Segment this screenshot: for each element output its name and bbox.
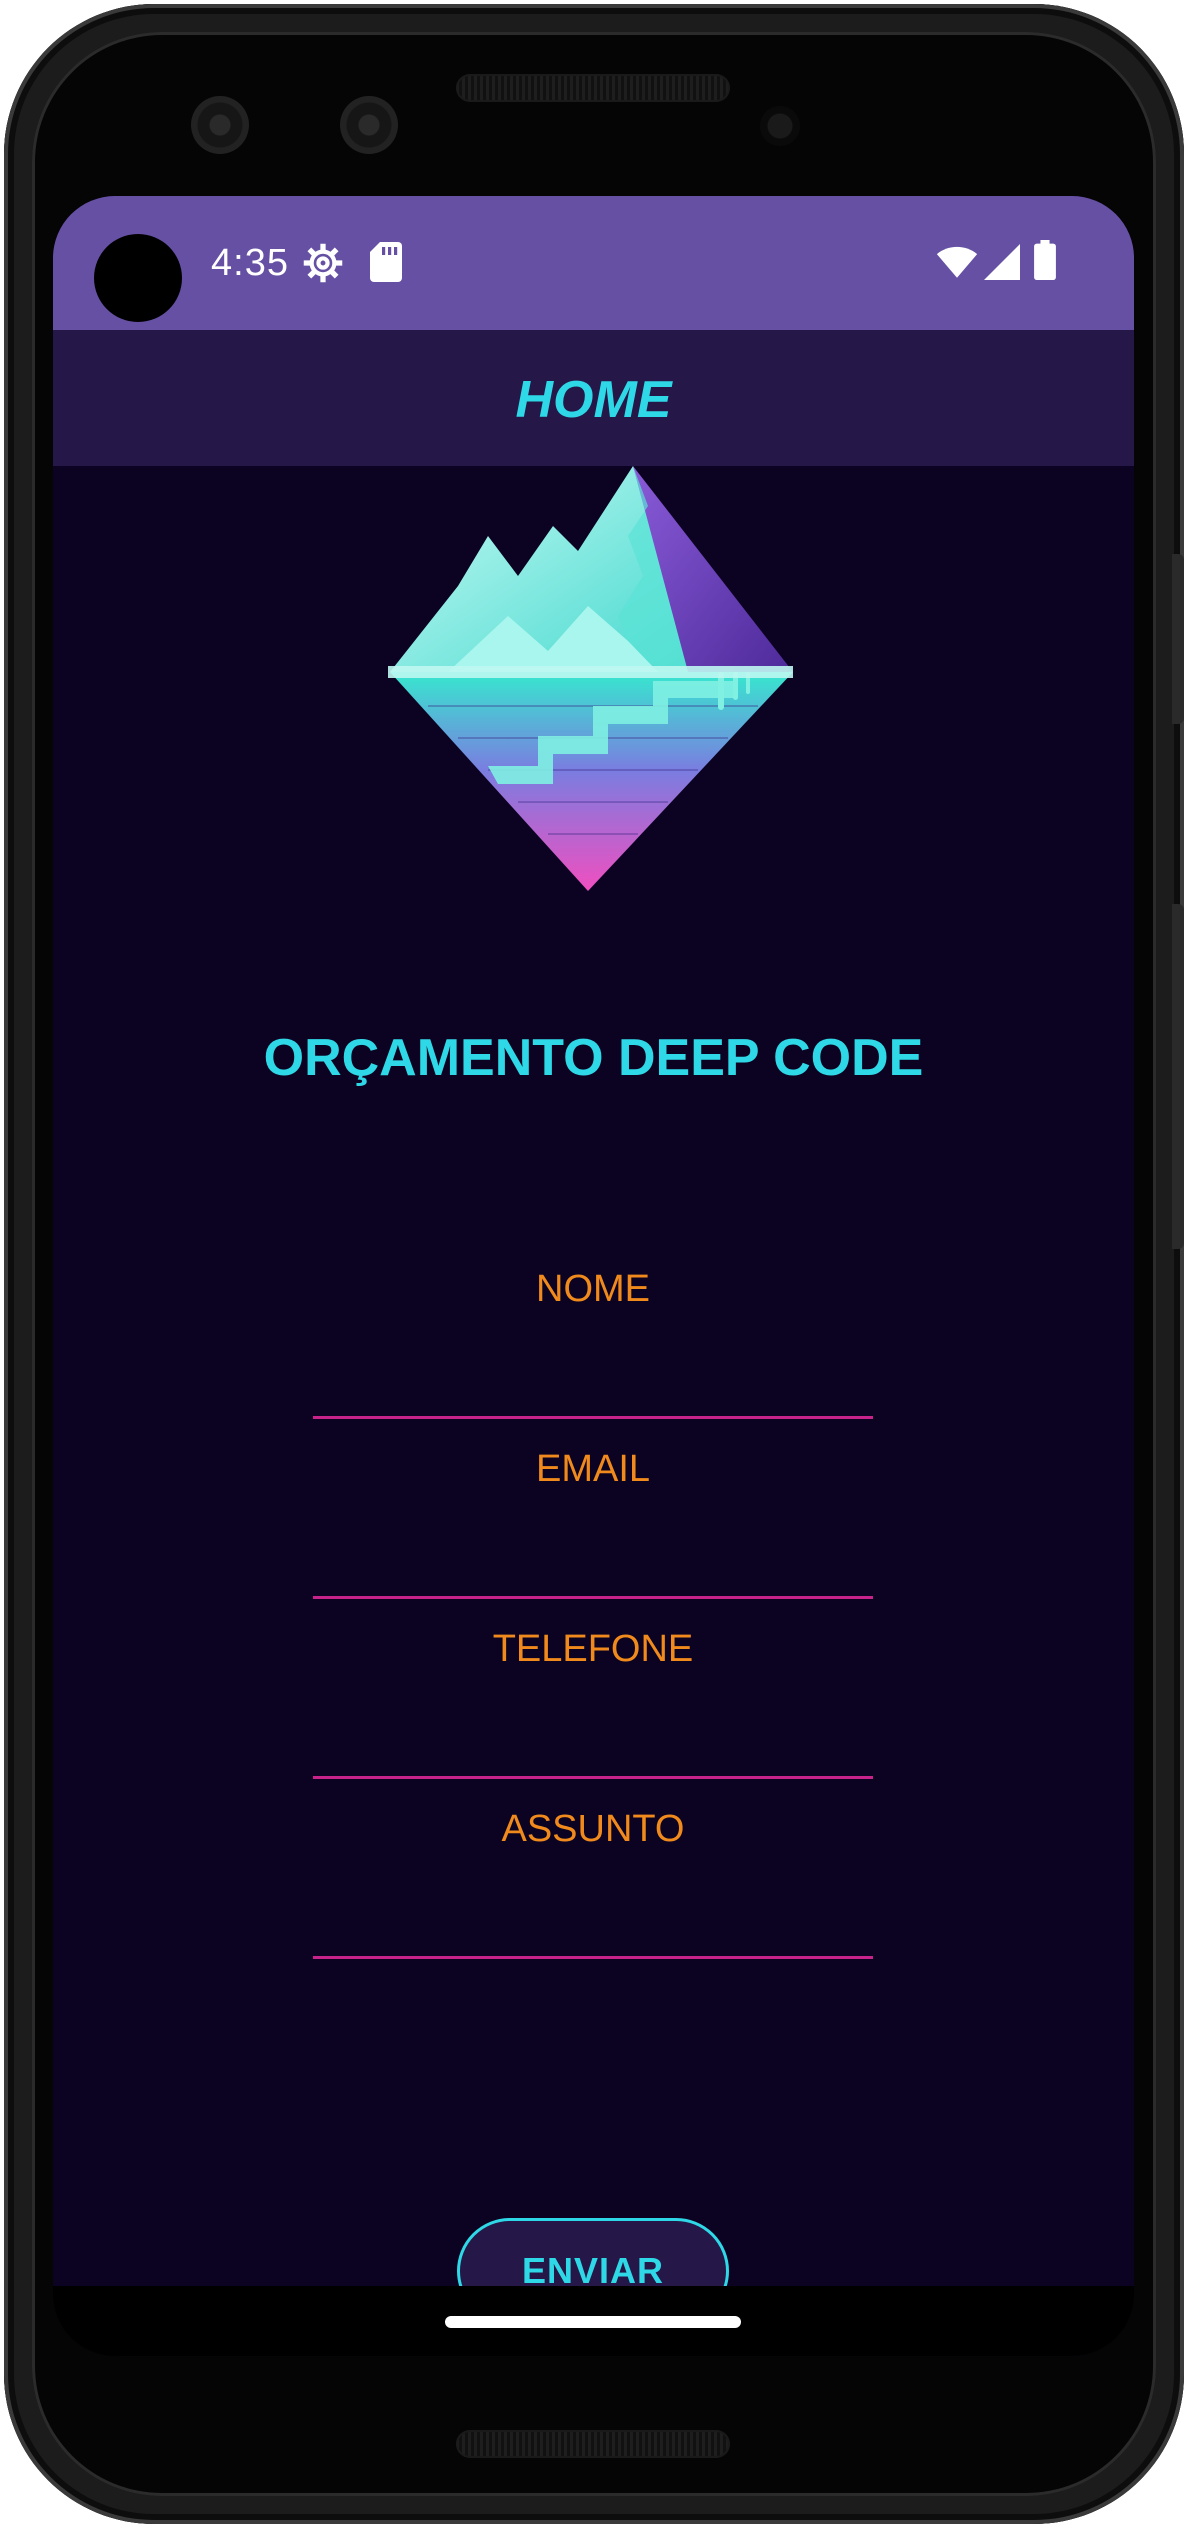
- home-indicator[interactable]: [445, 2316, 741, 2328]
- power-button: [1172, 554, 1184, 724]
- name-input[interactable]: [313, 1264, 873, 1419]
- bottom-speaker: [456, 2430, 730, 2458]
- navigation-bar: [53, 2286, 1134, 2356]
- wifi-icon: [936, 246, 978, 278]
- phone-device: 4:35 HOME ORÇAMENTO DEEP CODE NOME EMAIL…: [0, 0, 1194, 2532]
- phone-input[interactable]: [313, 1624, 873, 1779]
- email-input[interactable]: [313, 1444, 873, 1599]
- phone-field[interactable]: TELEFONE: [313, 1624, 873, 1779]
- status-time: 4:35: [211, 242, 289, 284]
- screen: 4:35 HOME ORÇAMENTO DEEP CODE NOME EMAIL…: [53, 196, 1134, 2356]
- battery-icon: [1034, 240, 1056, 280]
- sd-card-icon: [370, 242, 402, 282]
- subject-field[interactable]: ASSUNTO: [313, 1804, 873, 1959]
- front-camera-icon: [340, 96, 398, 154]
- cellular-signal-icon: [984, 244, 1020, 280]
- settings-gear-icon: [303, 243, 343, 283]
- status-bar: 4:35: [53, 196, 1134, 330]
- name-field[interactable]: NOME: [313, 1264, 873, 1419]
- page-heading: ORÇAMENTO DEEP CODE: [263, 1029, 924, 1087]
- app-bar: HOME: [53, 330, 1134, 466]
- volume-button: [1172, 904, 1184, 1249]
- mountain-diamond-logo-icon: [388, 466, 793, 891]
- subject-input[interactable]: [313, 1804, 873, 1959]
- proximity-sensor-icon: [760, 106, 800, 146]
- camera-punch-hole: [94, 234, 182, 322]
- earpiece-speaker: [456, 74, 730, 102]
- app-bar-title: HOME: [515, 371, 672, 429]
- email-field[interactable]: EMAIL: [313, 1444, 873, 1599]
- front-camera-icon: [191, 96, 249, 154]
